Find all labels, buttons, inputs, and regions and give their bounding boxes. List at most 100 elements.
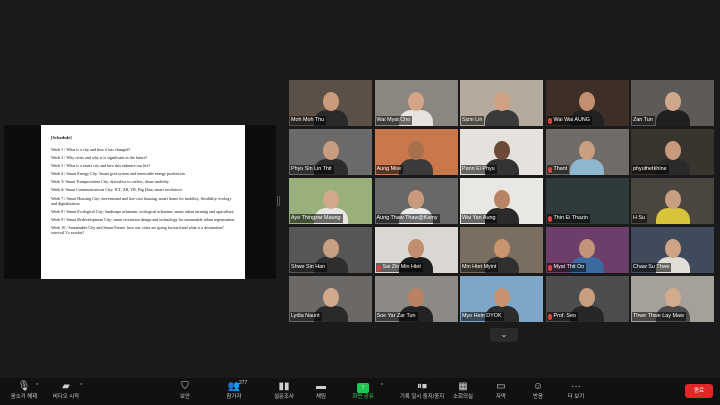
participant-tile[interactable]: H Su (631, 178, 714, 224)
participant-face (493, 92, 510, 111)
meeting-stage: [Schedule] Week 1 / What is a city and h… (0, 0, 720, 378)
participant-body (570, 159, 604, 175)
participant-name-label: Aung Thaw Thaw@Kamy (375, 214, 440, 223)
participant-name: Prof. Seo (553, 313, 576, 319)
participant-tile[interactable]: Wai Wai AUNG (545, 80, 629, 126)
participant-tile[interactable]: Min Htet Myint (460, 227, 543, 273)
participant-face (579, 92, 595, 111)
chevron-up-icon[interactable]: ^ (36, 383, 38, 389)
participant-tile[interactable]: Thant (545, 129, 629, 175)
participant-body (399, 159, 433, 175)
chat-icon: ▬ (316, 381, 326, 392)
muted-mic-icon (547, 117, 552, 124)
more-button[interactable]: ··· 더 보기 (552, 380, 600, 404)
participant-name: Min Htet Myint (462, 264, 497, 270)
document-line: Week 1 / What is a city and how it has c… (51, 147, 131, 152)
participant-face (322, 141, 339, 160)
participant-tile[interactable]: Aung Thaw Thaw@Kamy (374, 178, 458, 224)
participant-tile[interactable]: Wai Myat Cho (374, 80, 458, 126)
document-line: Week 2 / Why cities and why it is signif… (51, 155, 148, 161)
participant-name: Myo Hein DYOK (462, 313, 502, 319)
participant-face (322, 288, 339, 307)
participant-name-label: phyuthetkhine (632, 165, 669, 174)
participant-name: Wai Wai AUNG (553, 117, 590, 123)
participant-tile[interactable]: Wai Yan Aung (460, 178, 543, 224)
muted-mic-icon (376, 264, 381, 271)
participant-tile[interactable]: Prof. Seo (545, 276, 629, 322)
document-line: Week 9 / Smart Redevelopment City: smart… (51, 217, 235, 223)
muted-mic-icon (547, 166, 552, 173)
participant-name: Shwe Sin Han (291, 264, 326, 270)
participant-tile[interactable]: phyuthetkhine (631, 129, 714, 175)
participant-tile[interactable]: Lydia Naunt (289, 276, 372, 322)
participant-name-label: Wai Myat Cho (375, 116, 413, 125)
view-splitter-handle[interactable] (277, 196, 280, 206)
participant-tile[interactable]: Zan Tun (631, 80, 714, 126)
participant-face (408, 288, 424, 307)
participant-name-label: Phyu Sin Lin Thit (290, 165, 334, 174)
participant-tile[interactable]: Moh Moh Thu (289, 80, 372, 126)
muted-mic-icon (547, 264, 552, 271)
chevron-up-icon[interactable]: ^ (381, 383, 383, 389)
participant-name: Myat Thit Oo (553, 264, 585, 270)
participant-body (655, 208, 690, 224)
participant-name-label: Thant (546, 165, 570, 174)
participant-name-label: Myo Hein DYOK (461, 312, 504, 321)
participant-face (322, 239, 339, 258)
security-button[interactable]: ⛉ 보안 (161, 380, 209, 404)
mute-button[interactable]: 🎙 음소거 해제 ^ (0, 380, 48, 404)
more-label: 더 보기 (567, 394, 585, 400)
participant-name: Thin Ei Thazin (553, 215, 588, 221)
participant-name-label: Sai Zin Min Htet (375, 263, 423, 272)
participant-tile[interactable]: Pann Ei Phyu (460, 129, 543, 175)
participant-face (493, 141, 510, 160)
end-meeting-button[interactable]: 종료 (685, 384, 713, 398)
participant-tile[interactable]: Aye Thingzar Maung (289, 178, 372, 224)
participant-name-label: Thwe Thwe Lay Maw (632, 312, 686, 321)
share-label: 화면 공유 (352, 394, 374, 400)
muted-mic-icon (547, 215, 552, 222)
chevron-up-icon[interactable]: ^ (80, 383, 82, 389)
document-line: Week 8 / Smart Ecological City: landscap… (51, 208, 234, 214)
shared-screen: [Schedule] Week 1 / What is a city and h… (4, 125, 276, 279)
participant-name: Aye Thingzar Maung (291, 215, 341, 221)
participant-name: Thant (553, 166, 568, 172)
participant-face (664, 141, 681, 160)
participant-face (664, 190, 681, 209)
participant-tile[interactable]: Soe Yar Zar Tun (374, 276, 458, 322)
participant-name-label: Aye Thingzar Maung (290, 214, 343, 223)
document-line: Week 6/ Smart Communications City: ICT, … (51, 187, 182, 193)
participant-tile[interactable]: Sizin Lin (460, 80, 543, 126)
participant-name: Sizin Lin (462, 117, 483, 123)
participant-name-label: Thin Ei Thazin (546, 214, 590, 223)
participant-tile[interactable]: Myat Thit Oo (545, 227, 629, 273)
participant-body (655, 110, 690, 126)
participant-face (493, 288, 510, 307)
participant-name-label: Aung Moe (375, 165, 404, 174)
participant-tile[interactable]: Thin Ei Thazin (545, 178, 629, 224)
participant-name: Pann Ei Phyu (462, 166, 495, 172)
participant-name-label: Pann Ei Phyu (461, 165, 497, 174)
participant-tile[interactable]: Chaw Su Thwe (631, 227, 714, 273)
participant-face (322, 92, 339, 111)
chat-button[interactable]: ▬ 채팅 (297, 380, 345, 404)
participant-tile[interactable]: Shwe Sin Han (289, 227, 372, 273)
participant-face (408, 190, 424, 209)
participant-face (408, 141, 424, 160)
participant-tile[interactable]: Myo Hein DYOK (460, 276, 543, 322)
share-screen-button[interactable]: ↑ 화면 공유 ^ (339, 380, 387, 404)
participant-tile[interactable]: Phyu Sin Lin Thit (289, 129, 372, 175)
participant-name: Zan Tun (633, 117, 653, 123)
video-button[interactable]: ▰ 비디오 시작 ^ (42, 380, 90, 404)
shield-icon: ⛉ (181, 381, 189, 392)
participant-face (408, 92, 424, 111)
participant-tile[interactable]: Aung Moe (374, 129, 458, 175)
participant-name-label: Shwe Sin Han (290, 263, 328, 272)
participant-name-label: Moh Moh Thu (290, 116, 327, 125)
participant-face (664, 92, 681, 111)
chevron-down-icon[interactable]: ⌄ (490, 328, 518, 342)
participants-button[interactable]: 👥 277 참가자 (210, 380, 258, 404)
participant-tile[interactable]: Sai Zin Min Htet (374, 227, 458, 273)
participant-face (579, 288, 595, 307)
participant-tile[interactable]: Thwe Thwe Lay Maw (631, 276, 714, 322)
